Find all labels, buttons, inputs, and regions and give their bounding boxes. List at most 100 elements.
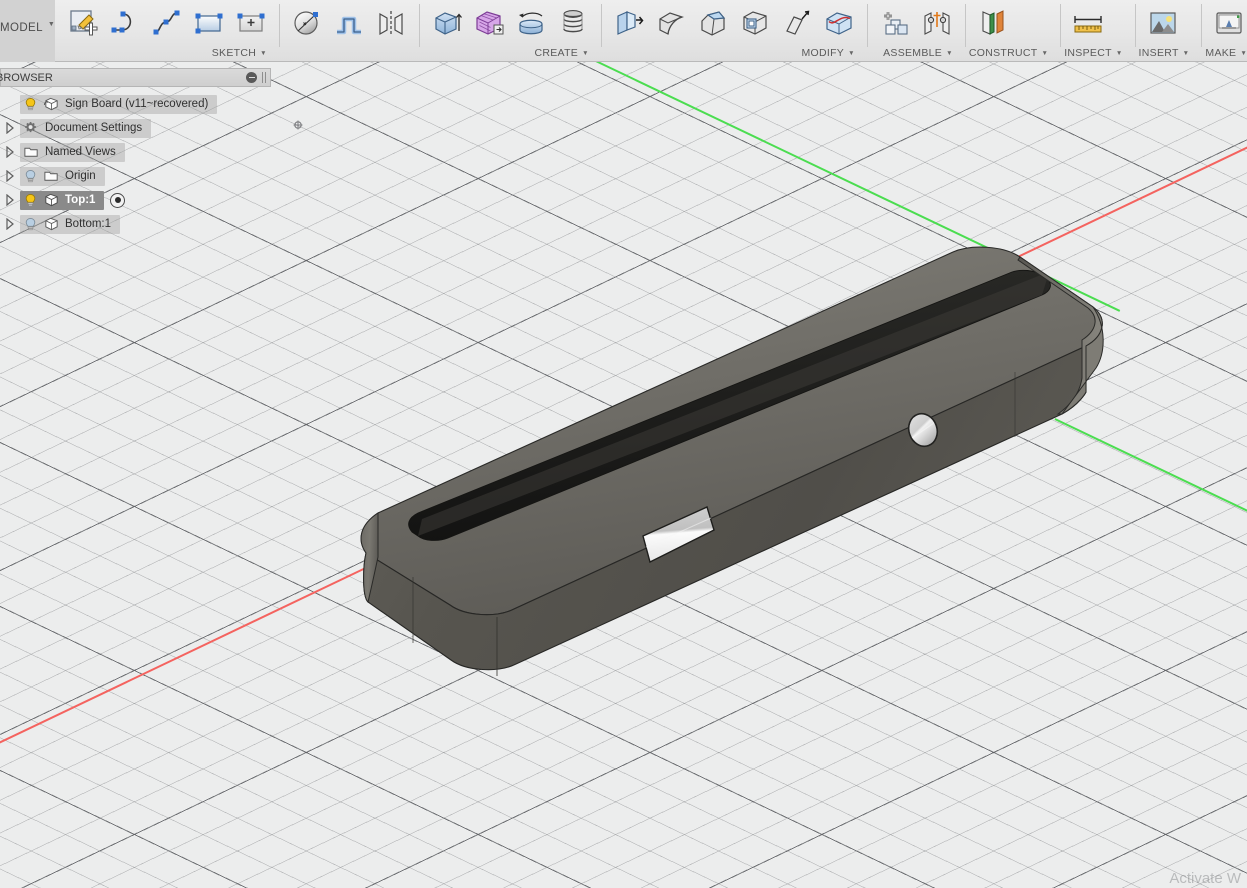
active-body-radio[interactable] [110,192,126,208]
workspace-label: MODEL [0,22,43,34]
toolbar-group-make: MAKE ▼ [1201,0,1247,61]
new-component-icon[interactable] [874,2,916,44]
node-label: Top:1 [65,194,96,206]
toolbar-group-construct: CONSTRUCT ▼ [964,0,1060,61]
panel-resize-handle[interactable] [262,72,267,83]
node-label: Document Settings [45,122,143,134]
extrude-icon[interactable] [426,2,468,44]
chevron-down-icon: ▼ [1115,49,1123,57]
toolbar-group-create: CREATE ▼ [418,0,601,61]
browser-header: BROWSER [0,68,271,87]
chamfer-icon[interactable] [692,2,734,44]
model-right-end-cap [1017,256,1103,415]
model-window-cutout [642,506,715,564]
toolbar-group-sketch-modify [278,0,419,61]
toolbar-group-label-make[interactable]: MAKE ▼ [1205,45,1247,61]
toolbar-group-insert: INSERT ▼ [1134,0,1202,61]
browser-node-document-settings[interactable]: Document Settings [0,118,271,138]
origin-point-marker [293,120,303,130]
shell-icon[interactable] [734,2,776,44]
browser-title: BROWSER [0,71,53,84]
group-label-text: MAKE [1205,47,1237,60]
model-top-face [360,246,1103,616]
rectangle-icon[interactable] [188,2,230,44]
spline-icon[interactable] [146,2,188,44]
chevron-down-icon: ▼ [1041,49,1049,57]
expand-arrow-icon[interactable] [0,142,20,162]
mirror-icon[interactable] [370,2,412,44]
toolbar-group-modify: MODIFY ▼ [600,0,867,61]
group-label-text: CREATE [534,47,579,60]
model-slot-inner-wall [418,275,1047,536]
toolbar-group-label-modify[interactable]: MODIFY ▼ [605,45,863,61]
model-circular-hole [907,412,939,448]
create-sketch-icon[interactable] [62,2,104,44]
group-label-text: INSERT [1138,47,1179,60]
toolbar-group-label-construct[interactable]: CONSTRUCT ▼ [969,45,1056,61]
toolbar-group-inspect: INSPECT ▼ [1060,0,1134,61]
y-axis-line-right [1054,418,1247,532]
lightbulb-off-icon[interactable] [23,169,38,184]
toolbar-group-label-assemble[interactable]: ASSEMBLE ▼ [871,45,961,61]
joint-icon[interactable] [916,2,958,44]
browser-node-origin[interactable]: Origin [0,166,271,186]
node-body[interactable]: Named Views [20,142,125,162]
node-body[interactable]: Document Settings [20,118,152,138]
model-window-highlight [645,517,712,548]
component-icon [43,97,58,111]
node-body-selected[interactable]: Top:1 [20,190,105,210]
lightbulb-on-icon[interactable] [23,193,38,208]
lightbulb-on-icon[interactable] [23,97,38,112]
toolbar-group-label-sketch-modify [283,45,415,61]
workspace-switcher-model[interactable]: MODEL ▼ [0,0,55,62]
collapse-icon[interactable] [246,72,257,83]
toolbar-group-label-inspect[interactable]: INSPECT ▼ [1064,45,1130,61]
line-arc-icon[interactable] [104,2,146,44]
expand-arrow-icon[interactable] [0,214,20,234]
node-label: Sign Board (v11~recovered) [65,98,209,110]
coil-icon[interactable] [552,2,594,44]
expand-arrow-icon[interactable] [0,190,20,210]
revolve-icon[interactable] [510,2,552,44]
browser-node-top-1[interactable]: Top:1 [0,190,271,210]
chevron-down-icon: ▼ [260,49,267,57]
chevron-down-icon: ▼ [848,49,855,57]
toolbar-group-label-create[interactable]: CREATE ▼ [423,45,597,61]
expand-arrow-icon[interactable] [0,166,20,186]
fillet-icon[interactable] [650,2,692,44]
toolbar-group-assemble: ASSEMBLE ▼ [866,0,965,61]
group-label-text: MODIFY [801,47,845,60]
body-icon [45,217,58,231]
expand-arrow-placeholder [0,94,20,114]
split-face-icon[interactable] [818,2,860,44]
browser-node-named-views[interactable]: Named Views [0,142,271,162]
node-body[interactable]: Origin [20,166,105,186]
press-pull-icon[interactable] [608,2,650,44]
node-label: Named Views [45,146,116,158]
measure-ruler-icon[interactable] [1067,2,1109,44]
sphere-axis-icon[interactable] [286,2,328,44]
create-sketch-plus-icon[interactable] [230,2,272,44]
toolbar-group-label-sketch[interactable]: SKETCH ▼ [59,45,275,61]
browser-node-bottom-1[interactable]: Bottom:1 [0,214,271,234]
expand-arrow-icon[interactable] [0,118,20,138]
node-body[interactable]: Sign Board (v11~recovered) [20,94,218,114]
group-label-text: SKETCH [211,47,257,60]
lightbulb-off-icon[interactable] [23,217,38,232]
main-toolbar: MODEL ▼ SKETCH ▼ CREATE ▼ MODIFY ▼ ASSEM… [0,0,1247,62]
draft-icon[interactable] [776,2,818,44]
offset-plane-icon[interactable] [972,2,1014,44]
gear-icon [25,121,37,133]
node-body[interactable]: Bottom:1 [20,214,121,234]
model-top-slot [408,269,1051,541]
insert-image-icon[interactable] [1142,2,1184,44]
browser-node-sign-board[interactable]: Sign Board (v11~recovered) [0,94,271,114]
chevron-down-icon: ▼ [946,49,953,57]
toolbar-group-label-insert[interactable]: INSERT ▼ [1139,45,1198,61]
chevron-down-icon: ▼ [1182,49,1190,57]
body-icon [45,193,58,207]
sweep-path-icon[interactable] [328,2,370,44]
3d-print-icon[interactable] [1208,2,1247,44]
pattern-box-icon[interactable] [468,2,510,44]
group-label-text: ASSEMBLE [883,47,943,60]
